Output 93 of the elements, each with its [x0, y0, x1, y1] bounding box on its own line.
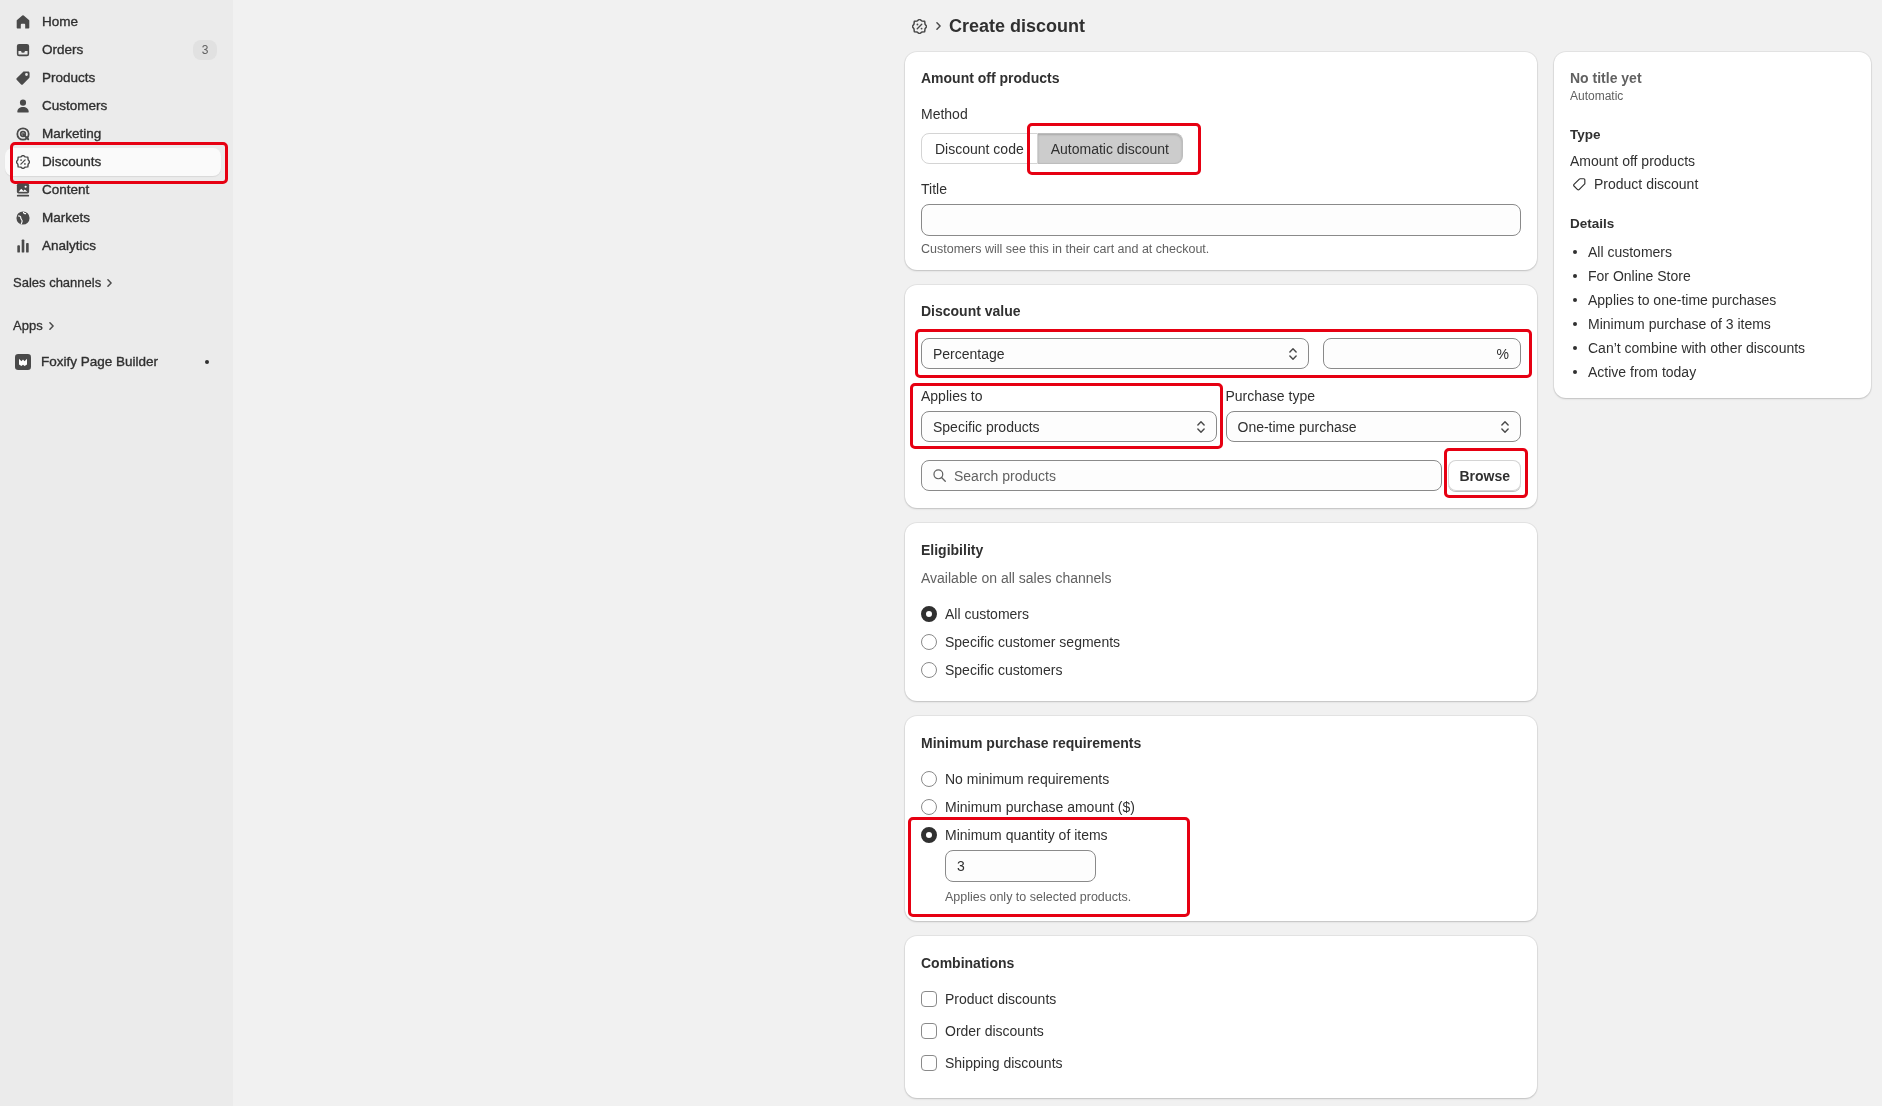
section-heading: Type: [1570, 126, 1601, 144]
globe-icon: [16, 211, 30, 225]
option-label: No minimum requirements: [945, 770, 1110, 789]
chevron-up-down-icon: [1501, 420, 1509, 433]
quantity-input[interactable]: 3: [945, 850, 1096, 882]
nav-item[interactable]: Analytics: [5, 232, 221, 260]
app-logo-icon: [15, 354, 31, 370]
card-title: Eligibility: [921, 541, 984, 560]
count-badge: 3: [193, 40, 217, 60]
option-label: All customers: [945, 605, 1030, 624]
bullet-icon: [1573, 298, 1577, 302]
bullet-icon: [1573, 370, 1577, 374]
checkbox-label: Order discounts: [945, 1022, 1044, 1041]
card-title: Combinations: [921, 954, 1015, 973]
select-field[interactable]: Specific products: [921, 411, 1217, 442]
target-icon: [16, 127, 30, 141]
search-field[interactable]: Search products: [921, 460, 1443, 491]
select-field[interactable]: One-time purchase: [1225, 411, 1521, 442]
card-title: Amount off products: [921, 69, 1060, 88]
radio-button[interactable]: [921, 606, 937, 622]
chevron-right-icon: [107, 279, 113, 287]
bullet-icon: [1573, 346, 1577, 350]
card-subtitle: Available on all sales channels: [921, 569, 1112, 588]
chevron-right-icon: [936, 22, 942, 30]
radio-button[interactable]: [921, 799, 937, 815]
nav-item[interactable]: Products: [5, 64, 221, 92]
radio-button[interactable]: [921, 662, 937, 678]
section-link[interactable]: Apps: [13, 316, 54, 336]
bullet-icon: [1573, 322, 1577, 326]
search-icon: [933, 469, 946, 482]
segment-button[interactable]: Automatic discount: [1037, 133, 1183, 164]
checkbox-label: Product discounts: [945, 990, 1057, 1009]
person-icon: [16, 99, 30, 113]
nav-item[interactable]: Markets: [5, 204, 221, 232]
field-label: Applies to: [921, 387, 983, 406]
segment-button[interactable]: Discount code: [921, 133, 1038, 164]
card-title: Minimum purchase requirements: [921, 734, 1142, 753]
checkbox[interactable]: [921, 1055, 937, 1071]
browse-button[interactable]: Browse: [1448, 460, 1521, 491]
option-label: Minimum quantity of items: [945, 826, 1108, 845]
page-title: Create discount: [949, 15, 1086, 38]
nav-item[interactable]: Customers: [5, 92, 221, 120]
percent-badge-icon: [16, 155, 30, 169]
field-label: Purchase type: [1225, 387, 1315, 406]
percent-badge-icon[interactable]: [912, 18, 927, 34]
summary-text: Amount off products: [1570, 152, 1696, 171]
dot-icon: [205, 360, 209, 364]
title-input[interactable]: [921, 204, 1521, 236]
bullet-icon: [1573, 274, 1577, 278]
detail-text: All customers: [1588, 243, 1673, 262]
option-label: Specific customer segments: [945, 633, 1121, 652]
summary-method: Automatic: [1570, 88, 1624, 104]
detail-text: Can’t combine with other discounts: [1588, 339, 1806, 358]
radio-button[interactable]: [921, 771, 937, 787]
inbox-icon: [16, 43, 30, 57]
option-label: Minimum purchase amount ($): [945, 798, 1135, 817]
bullet-icon: [1573, 250, 1577, 254]
nav-item[interactable]: Home: [5, 8, 221, 36]
nav-item[interactable]: Content: [5, 176, 221, 204]
section-heading: Details: [1570, 215, 1615, 233]
select-field[interactable]: Percentage: [921, 338, 1309, 369]
nav-item[interactable]: Discounts: [5, 148, 221, 176]
tag-icon: [16, 71, 30, 85]
detail-text: Applies to one-time purchases: [1588, 291, 1777, 310]
detail-text: Minimum purchase of 3 items: [1588, 315, 1771, 334]
suffix-text: %: [1496, 344, 1509, 364]
field-label: Method: [921, 105, 968, 124]
card-title: Discount value: [921, 302, 1021, 321]
image-icon: [16, 183, 30, 197]
chevron-up-down-icon: [1196, 420, 1205, 433]
nav-item[interactable]: Orders 3: [5, 36, 221, 64]
tag-icon: [1573, 177, 1586, 191]
field-label: Title: [921, 180, 947, 199]
radio-button[interactable]: [921, 634, 937, 650]
summary-text: Product discount: [1594, 175, 1699, 194]
help-text: Applies only to selected products.: [945, 889, 1132, 905]
percent-input[interactable]: %: [1323, 338, 1521, 369]
section-link[interactable]: Sales channels: [13, 273, 113, 293]
home-icon: [16, 15, 30, 29]
checkbox-label: Shipping discounts: [945, 1054, 1063, 1073]
radio-button[interactable]: [921, 827, 937, 843]
detail-text: For Online Store: [1588, 267, 1691, 286]
detail-text: Active from today: [1588, 363, 1697, 382]
chevron-right-icon: [48, 322, 54, 330]
nav-item[interactable]: Marketing: [5, 120, 221, 148]
bar-chart-icon: [16, 239, 30, 253]
help-text: Customers will see this in their cart and at checkout.: [921, 241, 1210, 257]
summary-title: No title yet: [1570, 69, 1642, 88]
chevron-up-down-icon: [1289, 347, 1297, 360]
app-item[interactable]: Foxify Page Builder: [5, 348, 221, 376]
checkbox[interactable]: [921, 1023, 937, 1039]
checkbox[interactable]: [921, 991, 937, 1007]
option-label: Specific customers: [945, 661, 1063, 680]
